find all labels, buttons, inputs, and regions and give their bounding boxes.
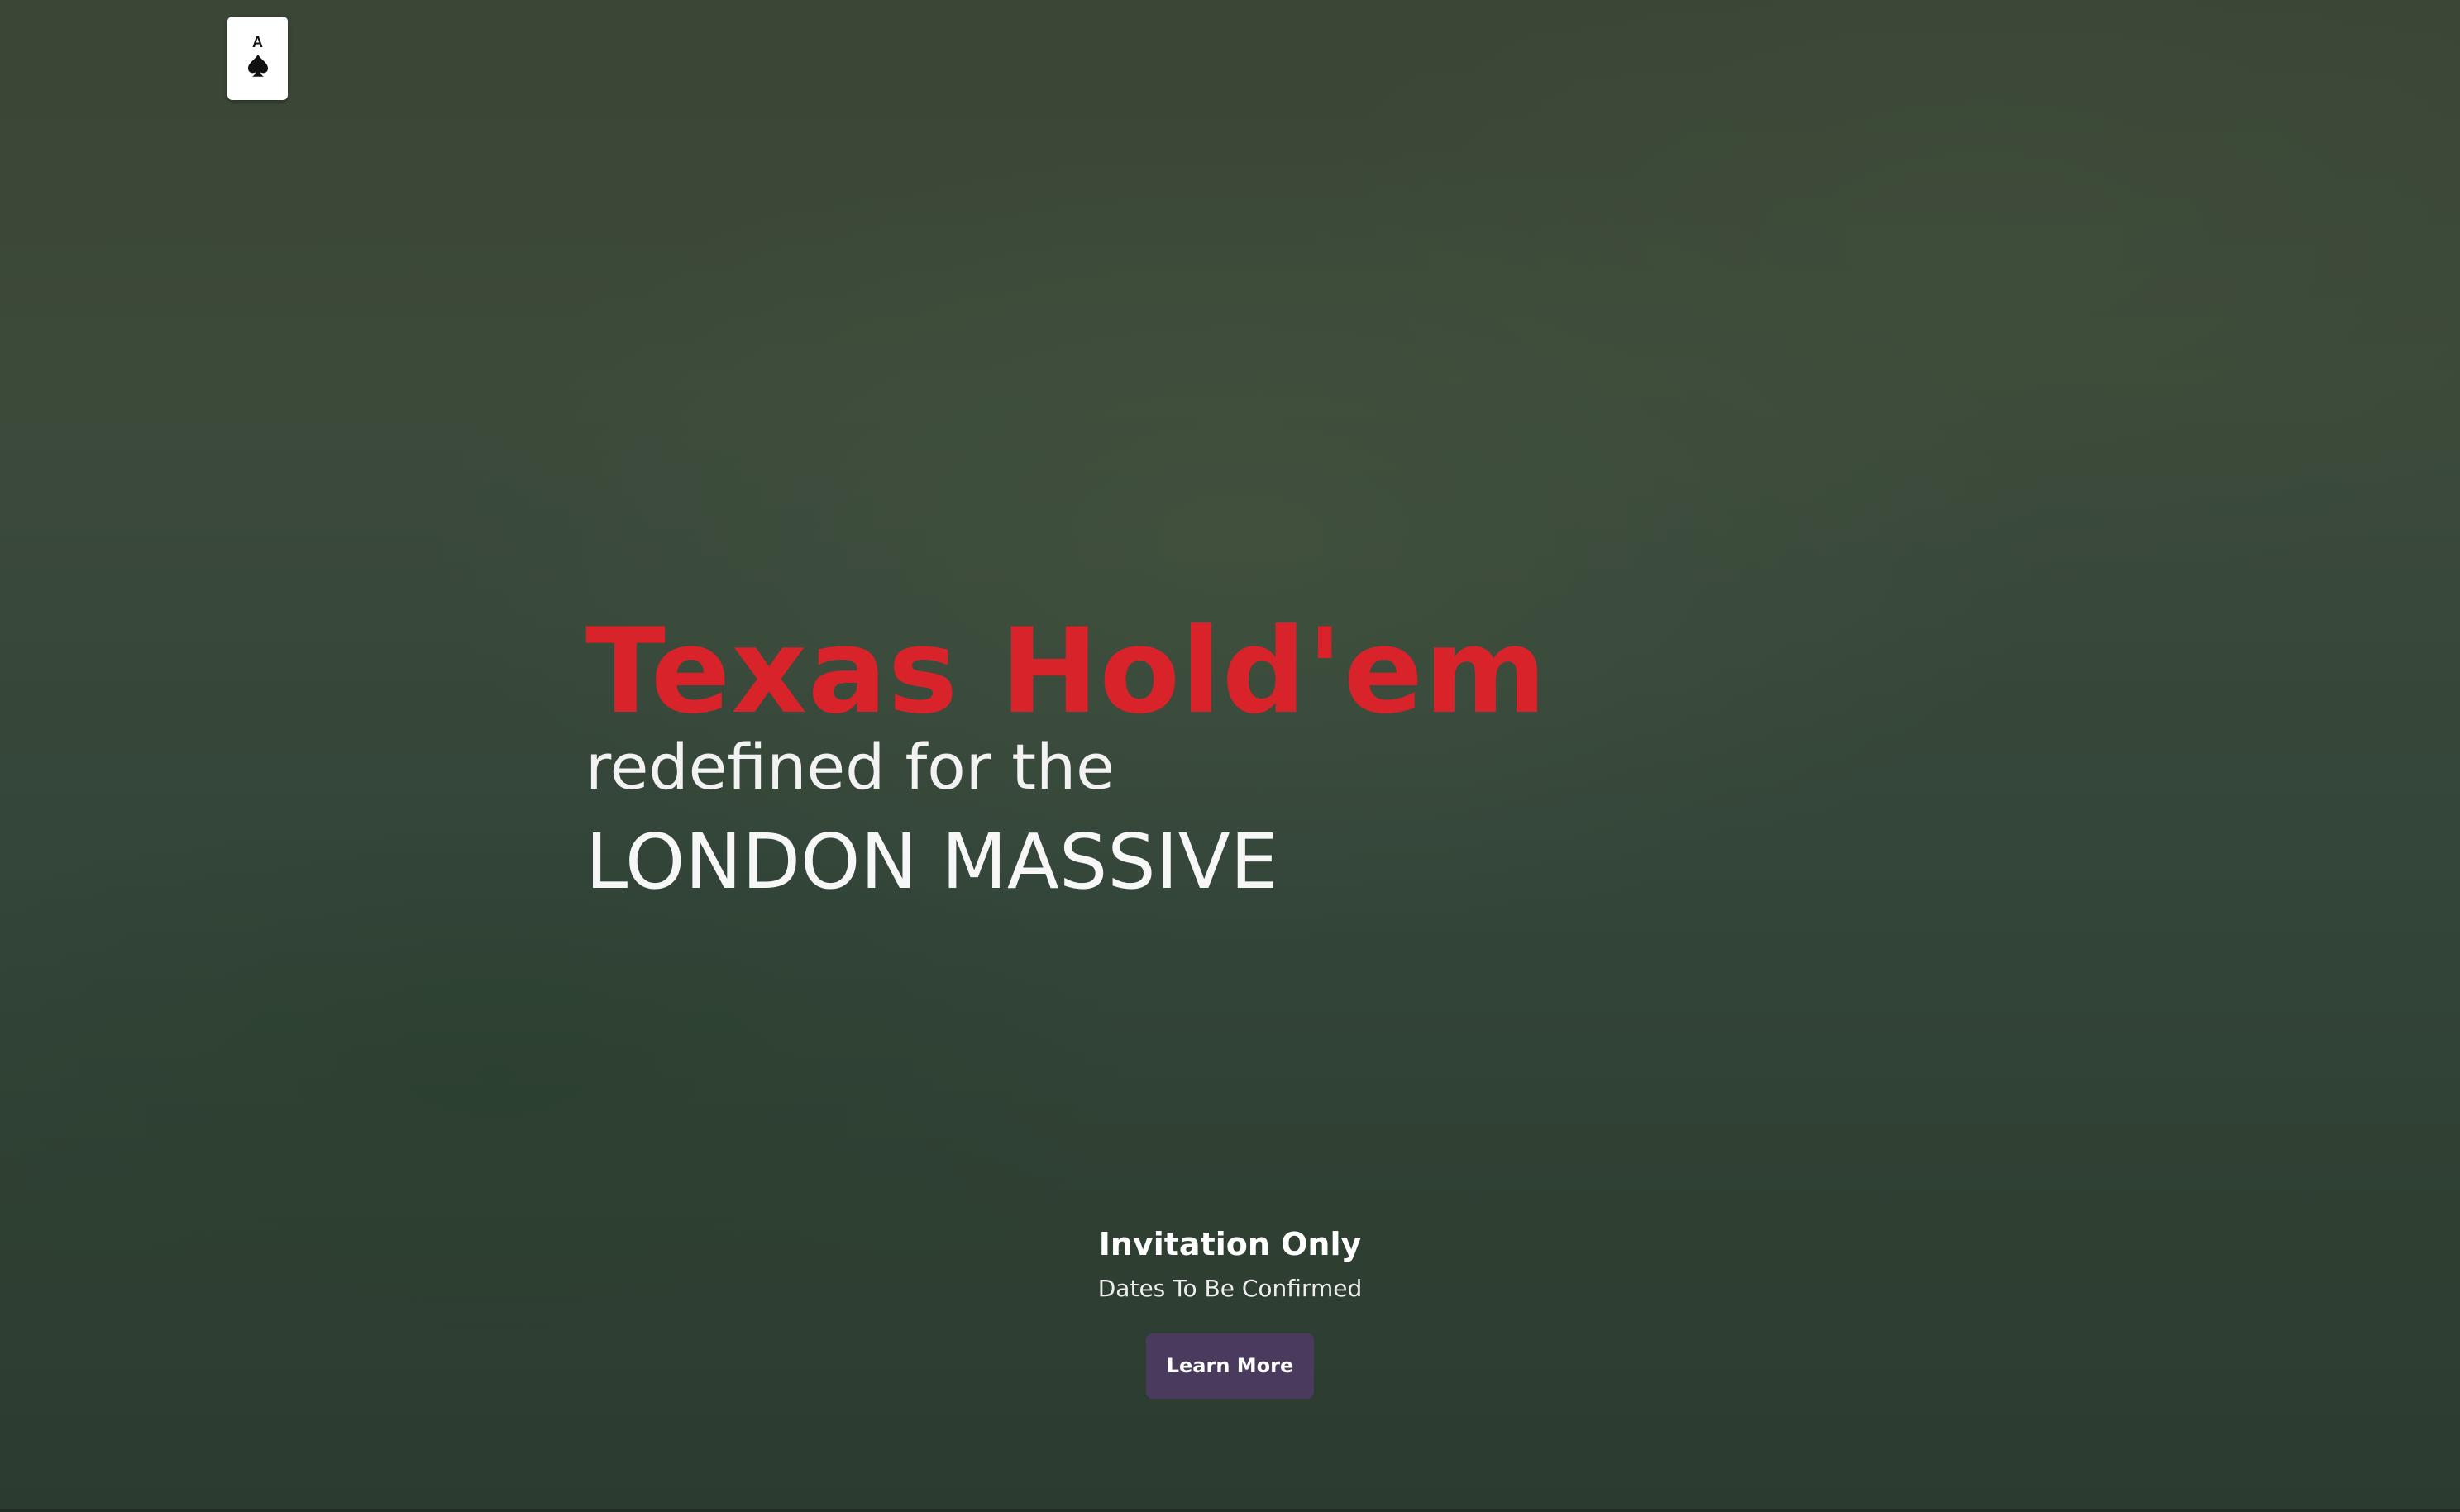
ace-of-spades-logo[interactable]: A [227,17,288,100]
learn-more-button[interactable]: Learn More [1146,1333,1314,1399]
page: { "logo": { "rank": "A", "suit_icon": "s… [0,0,2460,1512]
cta-section: Invitation Only Dates To Be Confirmed Le… [0,1219,2460,1399]
cta-dates: Dates To Be Confirmed [1097,1275,1363,1302]
hero-city: LONDON MASSIVE [585,818,1278,906]
hero-section: Texas Hold'em redefined for the LONDON M… [585,599,1826,913]
bottom-divider [0,1509,2460,1512]
cta-heading: Invitation Only [1098,1226,1362,1262]
spade-icon [247,54,268,77]
hero-title: Texas Hold'em [585,603,1548,740]
logo-rank: A [252,34,263,50]
